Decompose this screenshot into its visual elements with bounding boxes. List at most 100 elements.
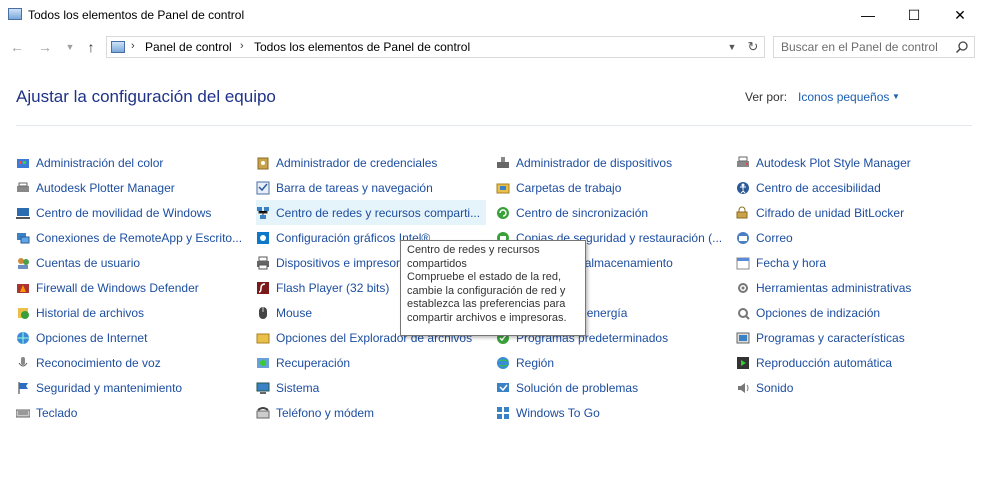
control-panel-item-label: Recuperación bbox=[276, 355, 351, 370]
close-button[interactable]: ✕ bbox=[937, 0, 983, 30]
windows-to-go-icon bbox=[496, 406, 510, 420]
network-icon bbox=[256, 206, 270, 220]
mail-icon bbox=[736, 231, 750, 245]
phone-icon bbox=[256, 406, 270, 420]
up-button[interactable]: ↑ bbox=[82, 38, 100, 56]
control-panel-item-label: Teclado bbox=[36, 405, 78, 420]
flag-icon bbox=[16, 381, 30, 395]
title-bar: Todos los elementos de Panel de control … bbox=[0, 0, 983, 30]
tooltip-title: Centro de redes y recursos bbox=[407, 244, 540, 256]
recent-locations-button[interactable]: ▼ bbox=[61, 38, 79, 56]
region-icon bbox=[496, 356, 510, 370]
breadcrumb-separator[interactable]: › bbox=[131, 40, 135, 52]
firewall-icon bbox=[16, 281, 30, 295]
control-panel-item[interactable]: Sonido bbox=[736, 375, 911, 400]
control-panel-item[interactable]: Conexiones de RemoteApp y Escrito... bbox=[16, 225, 242, 250]
control-panel-item[interactable]: Recuperación bbox=[256, 350, 486, 375]
admin-tools-icon bbox=[736, 281, 750, 295]
calendar-icon bbox=[736, 256, 750, 270]
sound-icon bbox=[736, 381, 750, 395]
refresh-icon: ↻ bbox=[747, 39, 759, 54]
chevron-down-icon: ▼ bbox=[65, 42, 75, 52]
control-panel-item-label: Centro de accesibilidad bbox=[756, 180, 881, 195]
tooltip-description: cambie la configuración de red y bbox=[407, 284, 566, 297]
control-panel-item[interactable]: Reproducción automática bbox=[736, 350, 911, 375]
search-icon[interactable] bbox=[955, 40, 969, 54]
chevron-down-icon[interactable]: ▼ bbox=[892, 92, 900, 101]
control-panel-item[interactable]: Historial de archivos bbox=[16, 300, 242, 325]
forward-button[interactable]: → bbox=[36, 38, 54, 56]
chevron-down-icon: ▼ bbox=[727, 42, 737, 52]
divider bbox=[16, 125, 972, 126]
control-panel-item[interactable]: Teclado bbox=[16, 400, 242, 425]
control-panel-item[interactable]: Autodesk Plotter Manager bbox=[16, 175, 242, 200]
tooltip-description: establezca las preferencias para bbox=[407, 298, 566, 311]
search-input[interactable]: Buscar en el Panel de control bbox=[773, 36, 975, 58]
control-panel-item[interactable]: Herramientas administrativas bbox=[736, 275, 911, 300]
control-panel-item[interactable]: Cifrado de unidad BitLocker bbox=[736, 200, 911, 225]
remoteapp-icon bbox=[16, 231, 30, 245]
control-panel-item-label: Historial de archivos bbox=[36, 305, 145, 320]
control-panel-item[interactable]: Programas y características bbox=[736, 325, 911, 350]
control-panel-item[interactable]: Reconocimiento de voz bbox=[16, 350, 242, 375]
bitlocker-icon bbox=[736, 206, 750, 220]
control-panel-item[interactable]: Cuentas de usuario bbox=[16, 250, 242, 275]
address-dropdown-button[interactable]: ▼ bbox=[722, 36, 742, 58]
control-panel-item[interactable]: Opciones de indización bbox=[736, 300, 911, 325]
control-panel-item[interactable]: Autodesk Plot Style Manager bbox=[736, 150, 911, 175]
items-column-4: Autodesk Plot Style Manager Centro de acc… bbox=[736, 150, 911, 400]
control-panel-item-label: Reproducción automática bbox=[756, 355, 893, 370]
control-panel-item-label: Opciones de indización bbox=[756, 305, 881, 320]
breadcrumb-all-items[interactable]: Todos los elementos de Panel de control bbox=[254, 40, 470, 54]
control-panel-item[interactable]: Teléfono y módem bbox=[256, 400, 486, 425]
control-panel-item-label: Centro de sincronización bbox=[516, 205, 649, 220]
control-panel-item[interactable]: Barra de tareas y navegación bbox=[256, 175, 486, 200]
control-panel-item-label: Carpetas de trabajo bbox=[516, 180, 622, 195]
control-panel-item-label: Autodesk Plot Style Manager bbox=[756, 155, 911, 170]
control-panel-item[interactable]: Windows To Go bbox=[496, 400, 722, 425]
control-panel-item[interactable]: Firewall de Windows Defender bbox=[16, 275, 242, 300]
control-panel-item-label: Barra de tareas y navegación bbox=[276, 180, 433, 195]
refresh-button[interactable]: ↻ bbox=[743, 36, 763, 58]
minimize-button[interactable]: — bbox=[845, 0, 891, 30]
tooltip-description: Compruebe el estado de la red, bbox=[407, 271, 562, 284]
control-panel-item-label: Sonido bbox=[756, 380, 794, 395]
control-panel-item[interactable]: Correo bbox=[736, 225, 911, 250]
control-panel-item[interactable]: Centro de movilidad de Windows bbox=[16, 200, 242, 225]
breadcrumb-control-panel[interactable]: Panel de control bbox=[145, 40, 232, 54]
mobility-icon bbox=[16, 206, 30, 220]
maximize-button[interactable]: ☐ bbox=[891, 0, 937, 30]
control-panel-item[interactable]: Seguridad y mantenimiento bbox=[16, 375, 242, 400]
control-panel-item-label: Mouse bbox=[276, 305, 313, 320]
control-panel-item-label: Cuentas de usuario bbox=[36, 255, 141, 270]
control-panel-item[interactable]: Fecha y hora bbox=[736, 250, 911, 275]
view-by-dropdown[interactable]: Iconos pequeños bbox=[798, 90, 889, 104]
folder-options-icon bbox=[256, 331, 270, 345]
address-bar[interactable]: › Panel de control › Todos los elementos… bbox=[106, 36, 765, 58]
control-panel-item-label: Teléfono y módem bbox=[276, 405, 375, 420]
control-panel-item[interactable]: Administrador de credenciales bbox=[256, 150, 486, 175]
control-panel-item-label: Autodesk Plotter Manager bbox=[36, 180, 175, 195]
control-panel-item[interactable]: Región bbox=[496, 350, 722, 375]
control-panel-item[interactable]: Centro de accesibilidad bbox=[736, 175, 911, 200]
breadcrumb-separator[interactable]: › bbox=[240, 40, 244, 52]
maximize-icon: ☐ bbox=[907, 6, 921, 23]
flash-icon bbox=[256, 281, 270, 295]
control-panel-item-label: Cifrado de unidad BitLocker bbox=[756, 205, 905, 220]
minimize-icon: — bbox=[861, 7, 875, 23]
programs-icon bbox=[736, 331, 750, 345]
color-icon bbox=[16, 156, 30, 170]
work-folders-icon bbox=[496, 181, 510, 195]
control-panel-item[interactable]: Solución de problemas bbox=[496, 375, 722, 400]
control-panel-item[interactable]: Centro de redes y recursos comparti... bbox=[256, 200, 486, 225]
control-panel-item[interactable]: Administración del color bbox=[16, 150, 242, 175]
printer-icon bbox=[256, 256, 270, 270]
control-panel-item[interactable]: Opciones de Internet bbox=[16, 325, 242, 350]
control-panel-icon bbox=[111, 41, 125, 53]
control-panel-item[interactable]: Administrador de dispositivos bbox=[496, 150, 722, 175]
control-panel-item[interactable]: Sistema bbox=[256, 375, 486, 400]
control-panel-item[interactable]: Centro de sincronización bbox=[496, 200, 722, 225]
control-panel-item[interactable]: Carpetas de trabajo bbox=[496, 175, 722, 200]
control-panel-item-label: Dispositivos e impresoras bbox=[276, 255, 413, 270]
back-button[interactable]: ← bbox=[8, 38, 26, 56]
